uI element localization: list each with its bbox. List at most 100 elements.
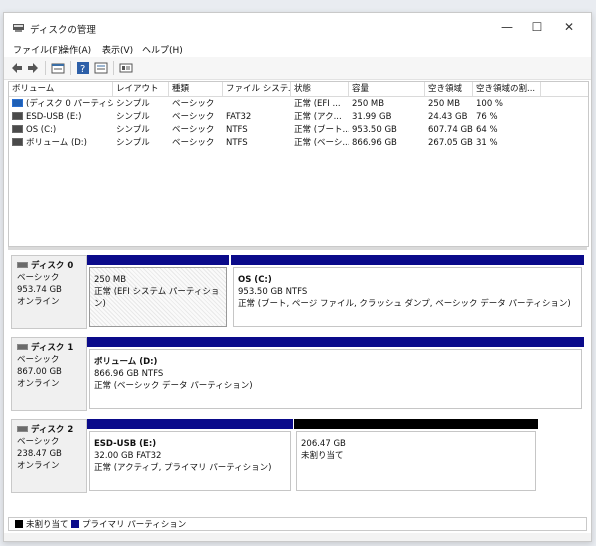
partition-bar: [87, 255, 229, 265]
volume-name: ボリューム (D:): [26, 138, 87, 148]
disk-name-line: ディスク 0: [17, 260, 86, 272]
partition-body: ESD-USB (E:) 32.00 GB FAT32 正常 (アクティブ, プ…: [89, 431, 291, 491]
cell-capacity: 250 MB: [352, 99, 385, 109]
disk-type: ベーシック: [17, 273, 60, 283]
disk-icon: [17, 425, 28, 432]
partition-bar: [87, 337, 584, 347]
cell-volume: ボリューム (D:): [9, 137, 113, 150]
disk-list-icon[interactable]: [51, 61, 65, 75]
disk-label[interactable]: ディスク 2 ベーシック 238.47 GB オンライン: [11, 419, 87, 493]
minimize-button[interactable]: —: [492, 18, 522, 36]
partition-status: 正常 (ベーシック データ パーティション): [94, 381, 253, 391]
partition-bar: [231, 255, 584, 265]
column-header-capacity[interactable]: 容量: [349, 82, 425, 96]
table-row[interactable]: (ディスク 0 パーティション 1) シンプル ベーシック 正常 (EFI ..…: [9, 98, 588, 111]
partition-status: 正常 (アクティブ, プライマリ パーティション): [94, 463, 272, 473]
partition-bar: [294, 419, 538, 429]
back-arrow-icon[interactable]: [10, 61, 24, 75]
disk-type: ベーシック: [17, 355, 60, 365]
cell-filesystem: FAT32: [226, 112, 252, 122]
maximize-button[interactable]: ☐: [522, 18, 552, 36]
disk-size: 867.00 GB: [17, 367, 62, 377]
partition-size: 206.47 GB: [301, 439, 346, 449]
cell-layout: シンプル: [116, 125, 150, 135]
close-button[interactable]: ✕: [554, 18, 584, 36]
cell-status: 正常 (ベーシ...: [294, 138, 349, 148]
partition-status: 正常 (ブート, ページ ファイル, クラッシュ ダンプ, ベーシック データ …: [238, 299, 571, 309]
column-header-volume[interactable]: ボリューム: [9, 82, 113, 96]
cell-filesystem: NTFS: [226, 125, 248, 135]
partition-os-c[interactable]: OS (C:) 953.50 GB NTFS 正常 (ブート, ページ ファイル…: [231, 255, 584, 329]
cell-status: 正常 (ブート...: [294, 125, 349, 135]
legend-bar: 未割り当て プライマリ パーティション: [8, 517, 587, 531]
window-title: ディスクの管理: [30, 25, 96, 36]
toolbar-separator: [45, 61, 46, 75]
column-header-free-percent[interactable]: 空き領域の割...: [473, 82, 541, 96]
column-header-layout[interactable]: レイアウト: [113, 82, 169, 96]
disk-name: ディスク 0: [31, 261, 74, 271]
svg-text:?: ?: [80, 64, 85, 75]
menu-view[interactable]: 表示(V): [102, 43, 133, 56]
legend-label: 未割り当て: [26, 520, 69, 530]
cell-free-percent: 100 %: [476, 99, 504, 109]
partition-volume-d[interactable]: ボリューム (D:) 866.96 GB NTFS 正常 (ベーシック データ …: [87, 337, 584, 411]
cell-volume: OS (C:): [9, 124, 113, 137]
cell-layout: シンプル: [116, 138, 150, 148]
partition-esd-usb[interactable]: ESD-USB (E:) 32.00 GB FAT32 正常 (アクティブ, プ…: [87, 419, 293, 493]
disk-size: 953.74 GB: [17, 285, 62, 295]
status-bar: [4, 533, 591, 541]
disk-name-line: ディスク 1: [17, 342, 86, 354]
cell-free-percent: 64 %: [476, 125, 498, 135]
partition-size: 953.50 GB NTFS: [238, 287, 308, 297]
toolbar-separator: [70, 61, 71, 75]
menu-help[interactable]: ヘルプ(H): [142, 43, 183, 56]
cell-status: 正常 (EFI ...: [294, 99, 341, 109]
volume-list[interactable]: ボリューム レイアウト 種類 ファイル システム 状態 容量 空き領域 空き領域…: [8, 81, 589, 247]
partition-unallocated[interactable]: 206.47 GB 未割り当て: [294, 419, 538, 493]
cell-layout: シンプル: [116, 99, 150, 109]
help-icon[interactable]: ?: [76, 61, 90, 75]
disk-label[interactable]: ディスク 1 ベーシック 867.00 GB オンライン: [11, 337, 87, 411]
forward-arrow-icon[interactable]: [26, 61, 40, 75]
settings-icon[interactable]: [119, 61, 133, 75]
partition-body: 250 MB 正常 (EFI システム パーティション): [89, 267, 227, 327]
legend-label: プライマリ パーティション: [82, 520, 187, 530]
partition-efi[interactable]: 250 MB 正常 (EFI システム パーティション): [87, 255, 229, 329]
pane-splitter[interactable]: [8, 247, 587, 250]
disk-state: オンライン: [17, 379, 60, 389]
disk-size: 238.47 GB: [17, 449, 62, 459]
column-header-free-space[interactable]: 空き領域: [425, 82, 473, 96]
volume-name: ESD-USB (E:): [26, 112, 82, 122]
drive-icon: [12, 124, 23, 133]
disk-management-window: ディスクの管理 — ☐ ✕ ファイル(F) 操作(A) 表示(V) ヘルプ(H)…: [3, 12, 592, 542]
disk-label[interactable]: ディスク 0 ベーシック 953.74 GB オンライン: [11, 255, 87, 329]
partition-size: 866.96 GB NTFS: [94, 369, 164, 379]
menu-action[interactable]: 操作(A): [60, 43, 91, 56]
column-header-status[interactable]: 状態: [291, 82, 349, 96]
cell-status: 正常 (アク...: [294, 112, 342, 122]
cell-type: ベーシック: [172, 112, 215, 122]
partition-body: OS (C:) 953.50 GB NTFS 正常 (ブート, ページ ファイル…: [233, 267, 582, 327]
legend-swatch: [15, 519, 23, 528]
cell-capacity: 866.96 GB: [352, 138, 397, 148]
disk-state: オンライン: [17, 461, 60, 471]
volume-name: OS (C:): [26, 125, 57, 135]
table-row[interactable]: OS (C:) シンプル ベーシック NTFS 正常 (ブート... 953.5…: [9, 124, 588, 137]
menu-file[interactable]: ファイル(F): [13, 43, 61, 56]
column-header-type[interactable]: 種類: [169, 82, 223, 96]
disk-name-line: ディスク 2: [17, 424, 86, 436]
cell-filesystem: [223, 98, 291, 111]
cell-volume: (ディスク 0 パーティション 1): [9, 98, 113, 111]
table-row[interactable]: ESD-USB (E:) シンプル ベーシック FAT32 正常 (アク... …: [9, 111, 588, 124]
cell-free-space: 267.05 GB: [428, 138, 473, 148]
volume-list-header: ボリューム レイアウト 種類 ファイル システム 状態 容量 空き領域 空き領域…: [9, 82, 588, 97]
cell-free-space: 250 MB: [428, 99, 461, 109]
properties-icon[interactable]: [94, 61, 108, 75]
table-row[interactable]: ボリューム (D:) シンプル ベーシック NTFS 正常 (ベーシ... 86…: [9, 137, 588, 150]
disk-row: ディスク 2 ベーシック 238.47 GB オンライン ESD-USB (E:…: [11, 419, 584, 499]
column-header-filesystem[interactable]: ファイル システム: [223, 82, 291, 96]
title-bar[interactable]: ディスクの管理 — ☐ ✕: [4, 13, 591, 41]
disk-name: ディスク 2: [31, 425, 74, 435]
cell-free-space: 24.43 GB: [428, 112, 468, 122]
drive-icon: [12, 98, 23, 107]
